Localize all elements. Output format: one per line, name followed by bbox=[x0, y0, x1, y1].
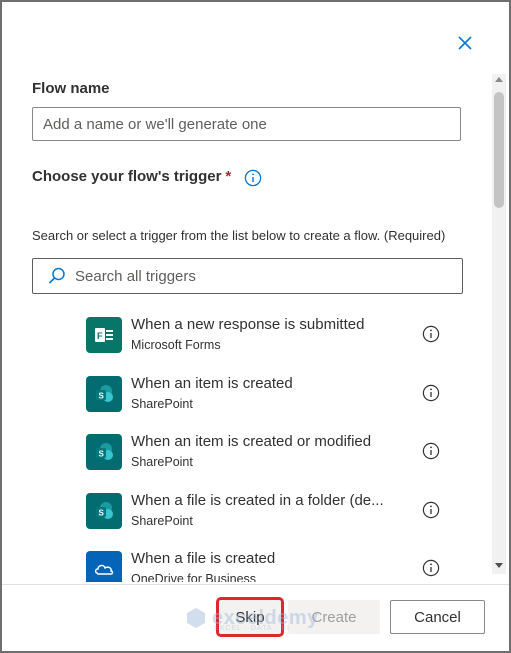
info-icon[interactable] bbox=[244, 169, 262, 187]
close-icon bbox=[458, 36, 472, 50]
svg-text:F: F bbox=[97, 331, 103, 341]
trigger-source: SharePoint bbox=[131, 396, 193, 411]
skip-button[interactable]: Skip bbox=[216, 597, 284, 637]
create-flow-dialog: Flow name Add a name or we'll generate o… bbox=[2, 2, 509, 651]
sharepoint-icon: S bbox=[86, 375, 122, 412]
trigger-source: OneDrive for Business bbox=[131, 572, 257, 582]
trigger-name: When an item is created or modified bbox=[131, 433, 372, 450]
forms-icon: F bbox=[86, 317, 122, 353]
trigger-source: Microsoft Forms bbox=[131, 338, 221, 352]
trigger-helper-text: Search or select a trigger from the list… bbox=[32, 228, 446, 243]
sharepoint-icon: S bbox=[86, 434, 122, 470]
search-icon bbox=[48, 267, 65, 284]
svg-text:S: S bbox=[99, 508, 105, 517]
info-icon[interactable] bbox=[422, 559, 440, 577]
info-icon[interactable] bbox=[422, 384, 440, 402]
scroll-down-arrow-icon[interactable] bbox=[495, 563, 503, 568]
list-item[interactable]: S When an item is created or modified Sh… bbox=[86, 429, 466, 488]
scroll-up-arrow-icon[interactable] bbox=[495, 77, 503, 82]
required-mark: * bbox=[225, 168, 232, 185]
trigger-name: When a file is created bbox=[131, 550, 276, 567]
trigger-source: SharePoint bbox=[131, 455, 193, 469]
trigger-label-text: Choose your flow's trigger bbox=[32, 168, 222, 185]
flow-name-label: Flow name bbox=[32, 80, 110, 97]
search-placeholder: Search all triggers bbox=[75, 267, 196, 285]
trigger-label: Choose your flow's trigger * bbox=[32, 168, 231, 185]
dialog-body: Flow name Add a name or we'll generate o… bbox=[2, 68, 492, 582]
flow-name-input[interactable]: Add a name or we'll generate one bbox=[32, 107, 461, 141]
list-item[interactable]: F When a new response is submitted Micro… bbox=[86, 312, 466, 371]
list-item[interactable]: S When a file is created in a folder (de… bbox=[86, 488, 466, 547]
info-icon[interactable] bbox=[422, 325, 440, 343]
list-item[interactable]: When a file is created OneDrive for Busi… bbox=[86, 546, 466, 582]
trigger-source: SharePoint bbox=[131, 513, 193, 528]
trigger-list: F When a new response is submitted Micro… bbox=[86, 312, 466, 582]
trigger-name: When an item is created bbox=[131, 374, 293, 392]
list-item[interactable]: S When an item is created SharePoint bbox=[86, 371, 466, 430]
close-button[interactable] bbox=[454, 32, 476, 54]
scrollbar-thumb[interactable] bbox=[494, 92, 504, 208]
flow-name-placeholder: Add a name or we'll generate one bbox=[43, 115, 267, 133]
trigger-name: When a file is created in a folder (de..… bbox=[131, 491, 384, 509]
svg-text:S: S bbox=[99, 391, 105, 400]
dialog-footer: Skip Create Cancel exceldemy EXCEL · DAT… bbox=[2, 584, 509, 651]
onedrive-icon bbox=[86, 551, 122, 582]
cancel-button[interactable]: Cancel bbox=[390, 600, 485, 634]
info-icon[interactable] bbox=[422, 442, 440, 460]
sharepoint-icon: S bbox=[86, 492, 122, 529]
watermark-logo-icon bbox=[187, 608, 205, 628]
trigger-search-input[interactable]: Search all triggers bbox=[32, 258, 463, 294]
scrollbar[interactable] bbox=[492, 74, 506, 574]
svg-text:S: S bbox=[99, 450, 105, 459]
info-icon[interactable] bbox=[422, 501, 440, 519]
trigger-name: When a new response is submitted bbox=[131, 316, 365, 333]
create-button[interactable]: Create bbox=[288, 600, 380, 634]
